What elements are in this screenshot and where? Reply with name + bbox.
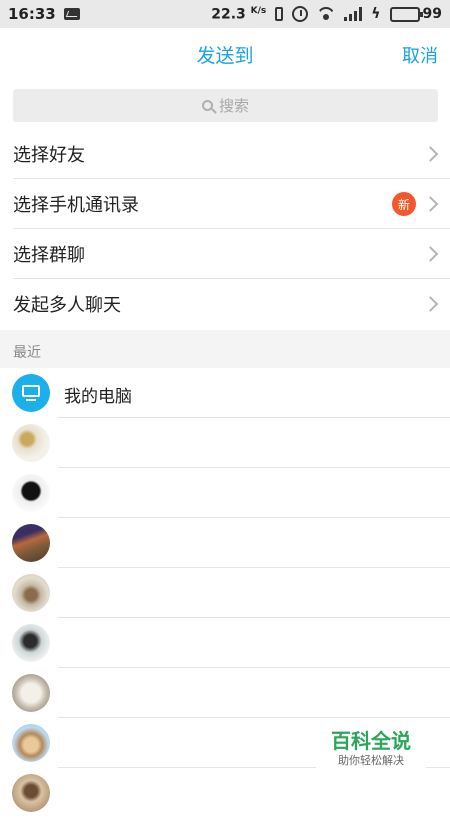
avatar [12,624,50,662]
status-bar: 16:33 22.3 K/s ϟ 99 [0,0,450,28]
menu-item-select-friends[interactable]: 选择好友 [0,129,450,179]
chevron-right-icon [422,246,439,262]
list-item[interactable] [0,418,450,468]
menu-item-select-group[interactable]: 选择群聊 [0,229,450,279]
signal-icon [344,7,363,21]
contact-name: 我的电脑 [64,387,132,407]
message-icon [63,8,80,20]
search-placeholder: 搜索 [218,97,249,115]
network-speed-unit: K/s [250,5,267,16]
status-icons: 22.3 K/s ϟ 99 [211,6,442,23]
avatar [12,524,50,562]
recent-section-header: 最近 [0,330,450,368]
header: 发送到 取消 [0,28,450,80]
avatar [12,574,50,612]
menu-item-label: 选择手机通讯录 [13,195,139,216]
menu-item-label: 选择群聊 [13,245,85,266]
battery-icon [389,6,423,22]
chevron-right-icon [422,196,439,212]
contact-my-computer[interactable]: 我的电脑 [0,368,450,418]
menu-item-label: 发起多人聊天 [13,295,121,316]
battery-indicator: 99 [389,6,442,22]
list-item[interactable] [0,768,450,818]
battery-percent: 99 [422,6,442,22]
list-item[interactable] [0,668,450,718]
avatar [12,674,50,712]
chevron-right-icon [422,146,439,162]
new-badge: 新 [392,192,416,216]
search-bar[interactable]: 搜索 [13,89,438,122]
watermark-title: 百科全说 [331,729,411,753]
list-item[interactable] [0,468,450,518]
menu-item-label: 选择好友 [13,145,85,166]
chevron-right-icon [422,296,439,312]
list-item[interactable] [0,618,450,668]
status-time: 16:33 [8,5,56,23]
network-speed: 22.3 K/s [211,6,266,23]
page-title: 发送到 [196,44,254,67]
menu-item-select-phone-contacts[interactable]: 选择手机通讯录 新 [0,179,450,229]
list-item[interactable] [0,518,450,568]
wifi-icon [317,7,335,21]
section-label: 最近 [13,345,41,361]
list-item[interactable] [0,568,450,618]
avatar [12,774,50,812]
avatar [12,424,50,462]
charging-icon: ϟ [371,6,381,22]
watermark-subtitle: 助你轻松解决 [338,754,404,767]
vibrate-icon [275,7,284,21]
watermark-logo: 百科全说 助你轻松解决 [316,728,426,774]
avatar [12,724,50,762]
alarm-icon [292,6,309,22]
search-icon [201,100,213,111]
menu-item-start-group-chat[interactable]: 发起多人聊天 [0,279,450,329]
cancel-button[interactable]: 取消 [402,42,438,68]
computer-icon [12,374,50,412]
avatar [12,474,50,512]
network-speed-value: 22.3 [211,6,246,23]
